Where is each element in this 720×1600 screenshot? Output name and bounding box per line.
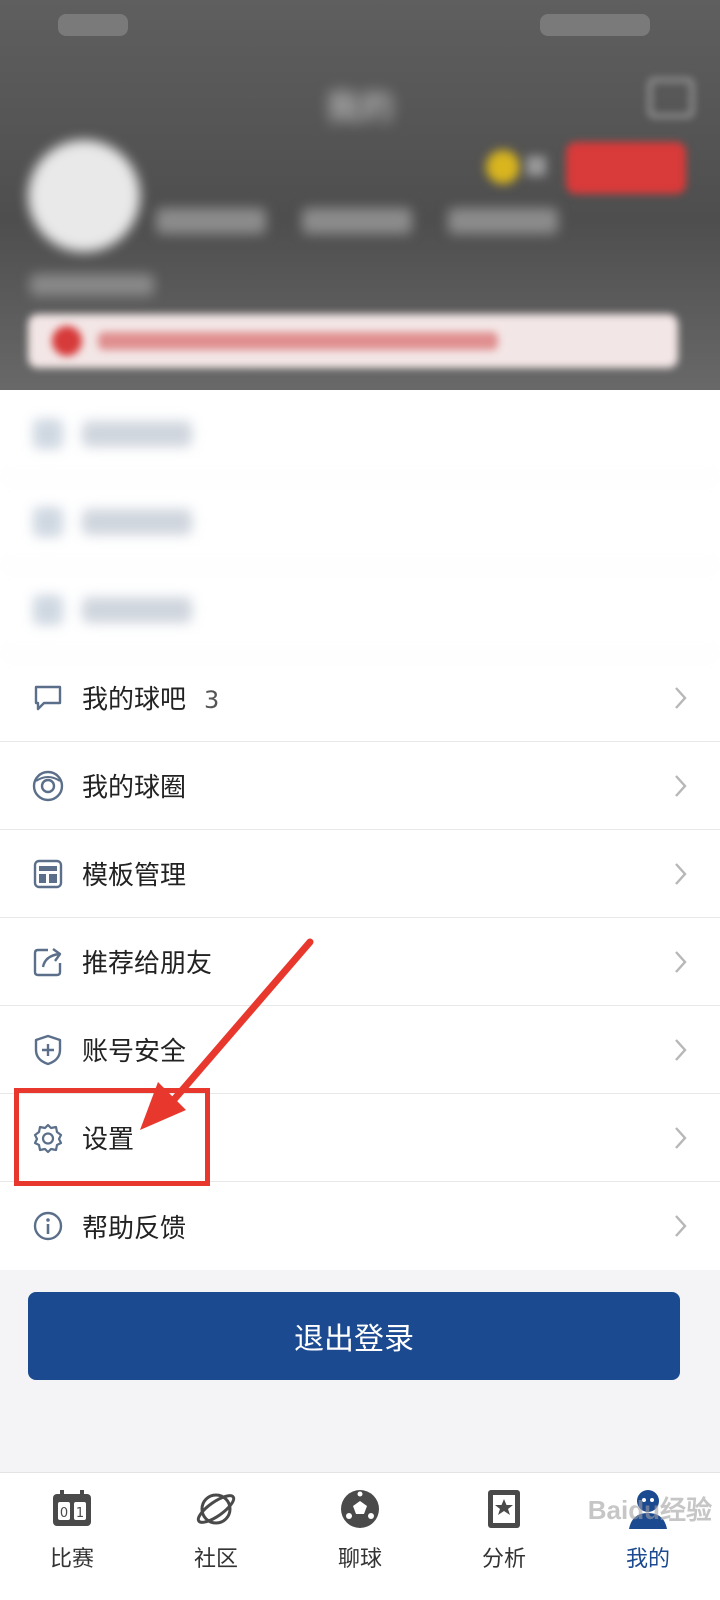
logout-button[interactable]: 退出登录	[28, 1292, 680, 1380]
page-title: 我的	[326, 88, 394, 128]
menu-item-label: 账号安全	[82, 1037, 187, 1067]
chat-bubble-icon	[30, 680, 66, 716]
menu-item-template-manage[interactable]: 模板管理	[0, 830, 720, 918]
blurred-label	[82, 420, 192, 447]
stat-blurred[interactable]	[156, 208, 266, 234]
tab-mine[interactable]: 我的	[576, 1473, 720, 1600]
tab-label: 社区	[193, 1547, 238, 1572]
tab-label: 比赛	[49, 1547, 94, 1572]
stat-blurred[interactable]	[302, 208, 412, 234]
blurred-label	[82, 596, 192, 623]
blurred-icon	[30, 416, 66, 452]
scan-grid-icon[interactable]	[648, 78, 694, 118]
menu-item-my-circle[interactable]: 我的球圈	[0, 742, 720, 830]
avatar[interactable]	[28, 140, 140, 252]
bottom-tab-bar: 01 比赛 社区 聊球 分析 我的	[0, 1472, 720, 1600]
menu-item-help-feedback[interactable]: 帮助反馈	[0, 1182, 720, 1270]
chevron-right-icon	[672, 1211, 690, 1241]
user-icon	[626, 1487, 670, 1531]
coin-count-blurred	[526, 156, 546, 176]
list-item-blurred[interactable]	[0, 390, 720, 478]
tab-matches[interactable]: 01 比赛	[0, 1473, 144, 1600]
chevron-right-icon	[672, 1035, 690, 1065]
menu-item-label: 模板管理	[82, 861, 187, 891]
stat-blurred[interactable]	[448, 208, 558, 234]
menu-item-recommend-friends[interactable]: 推荐给朋友	[0, 918, 720, 1006]
blurred-menu-rows	[0, 390, 720, 654]
tab-label: 分析	[481, 1547, 526, 1572]
tab-community[interactable]: 社区	[144, 1473, 288, 1600]
template-icon	[30, 856, 66, 892]
menu-item-label: 我的球圈	[82, 773, 187, 803]
menu-item-label: 帮助反馈	[82, 1213, 187, 1244]
star-book-icon	[482, 1487, 526, 1531]
menu-item-label: 推荐给朋友	[82, 949, 213, 979]
profile-subline-blurred	[30, 274, 154, 296]
chevron-right-icon	[672, 1123, 690, 1153]
blurred-icon	[30, 504, 66, 540]
highlight-box	[14, 1088, 210, 1186]
status-time-blurred	[58, 14, 128, 36]
svg-text:0: 0	[60, 1506, 68, 1521]
circle-ball-icon	[30, 768, 66, 804]
share-icon	[30, 944, 66, 980]
tab-chat-ball[interactable]: 聊球	[288, 1473, 432, 1600]
blurred-label	[82, 508, 192, 535]
profile-header: 我的	[0, 0, 720, 400]
tab-analysis[interactable]: 分析	[432, 1473, 576, 1600]
status-icons-blurred	[540, 14, 650, 36]
blurred-icon	[30, 592, 66, 628]
notice-text-blurred	[98, 332, 498, 350]
menu-item-account-security[interactable]: 账号安全	[0, 1006, 720, 1094]
scoreboard-icon: 01	[50, 1487, 94, 1531]
list-item-blurred[interactable]	[0, 566, 720, 654]
menu-item-count: 3	[204, 686, 220, 714]
tab-label: 我的	[625, 1547, 670, 1572]
menu-item-my-forum[interactable]: 我的球吧 3	[0, 654, 720, 742]
chevron-right-icon	[672, 859, 690, 889]
notice-banner[interactable]	[28, 314, 678, 368]
svg-text:1: 1	[76, 1506, 84, 1521]
info-icon	[30, 1208, 66, 1244]
profile-stats	[156, 208, 558, 234]
chevron-right-icon	[672, 683, 690, 713]
shield-icon	[30, 1032, 66, 1068]
tab-label: 聊球	[337, 1547, 382, 1572]
chevron-right-icon	[672, 771, 690, 801]
chevron-right-icon	[672, 947, 690, 977]
sign-in-button[interactable]	[566, 142, 686, 194]
alert-icon	[52, 326, 82, 356]
menu-item-label: 我的球吧 3	[82, 685, 220, 715]
list-item-blurred[interactable]	[0, 478, 720, 566]
planet-icon	[194, 1487, 238, 1531]
soccer-ball-icon	[338, 1487, 382, 1531]
coin-icon	[486, 150, 520, 184]
